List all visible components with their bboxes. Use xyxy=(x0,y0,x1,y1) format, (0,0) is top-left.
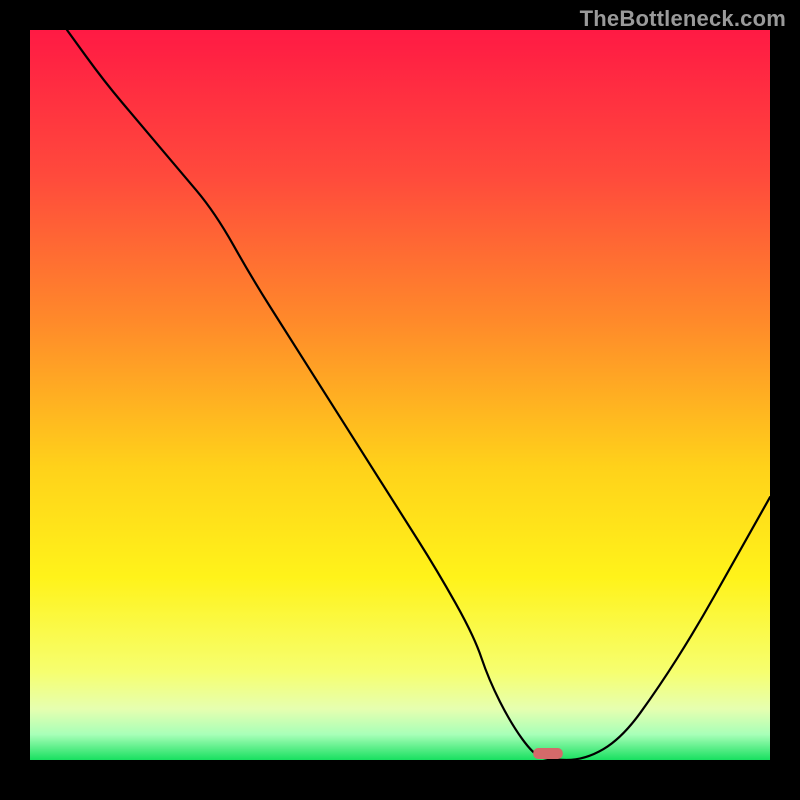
chart-stage: TheBottleneck.com xyxy=(0,0,800,800)
watermark-text: TheBottleneck.com xyxy=(580,6,786,32)
bottleneck-chart xyxy=(0,0,800,800)
optimum-marker xyxy=(533,748,563,759)
plot-background xyxy=(30,30,770,760)
